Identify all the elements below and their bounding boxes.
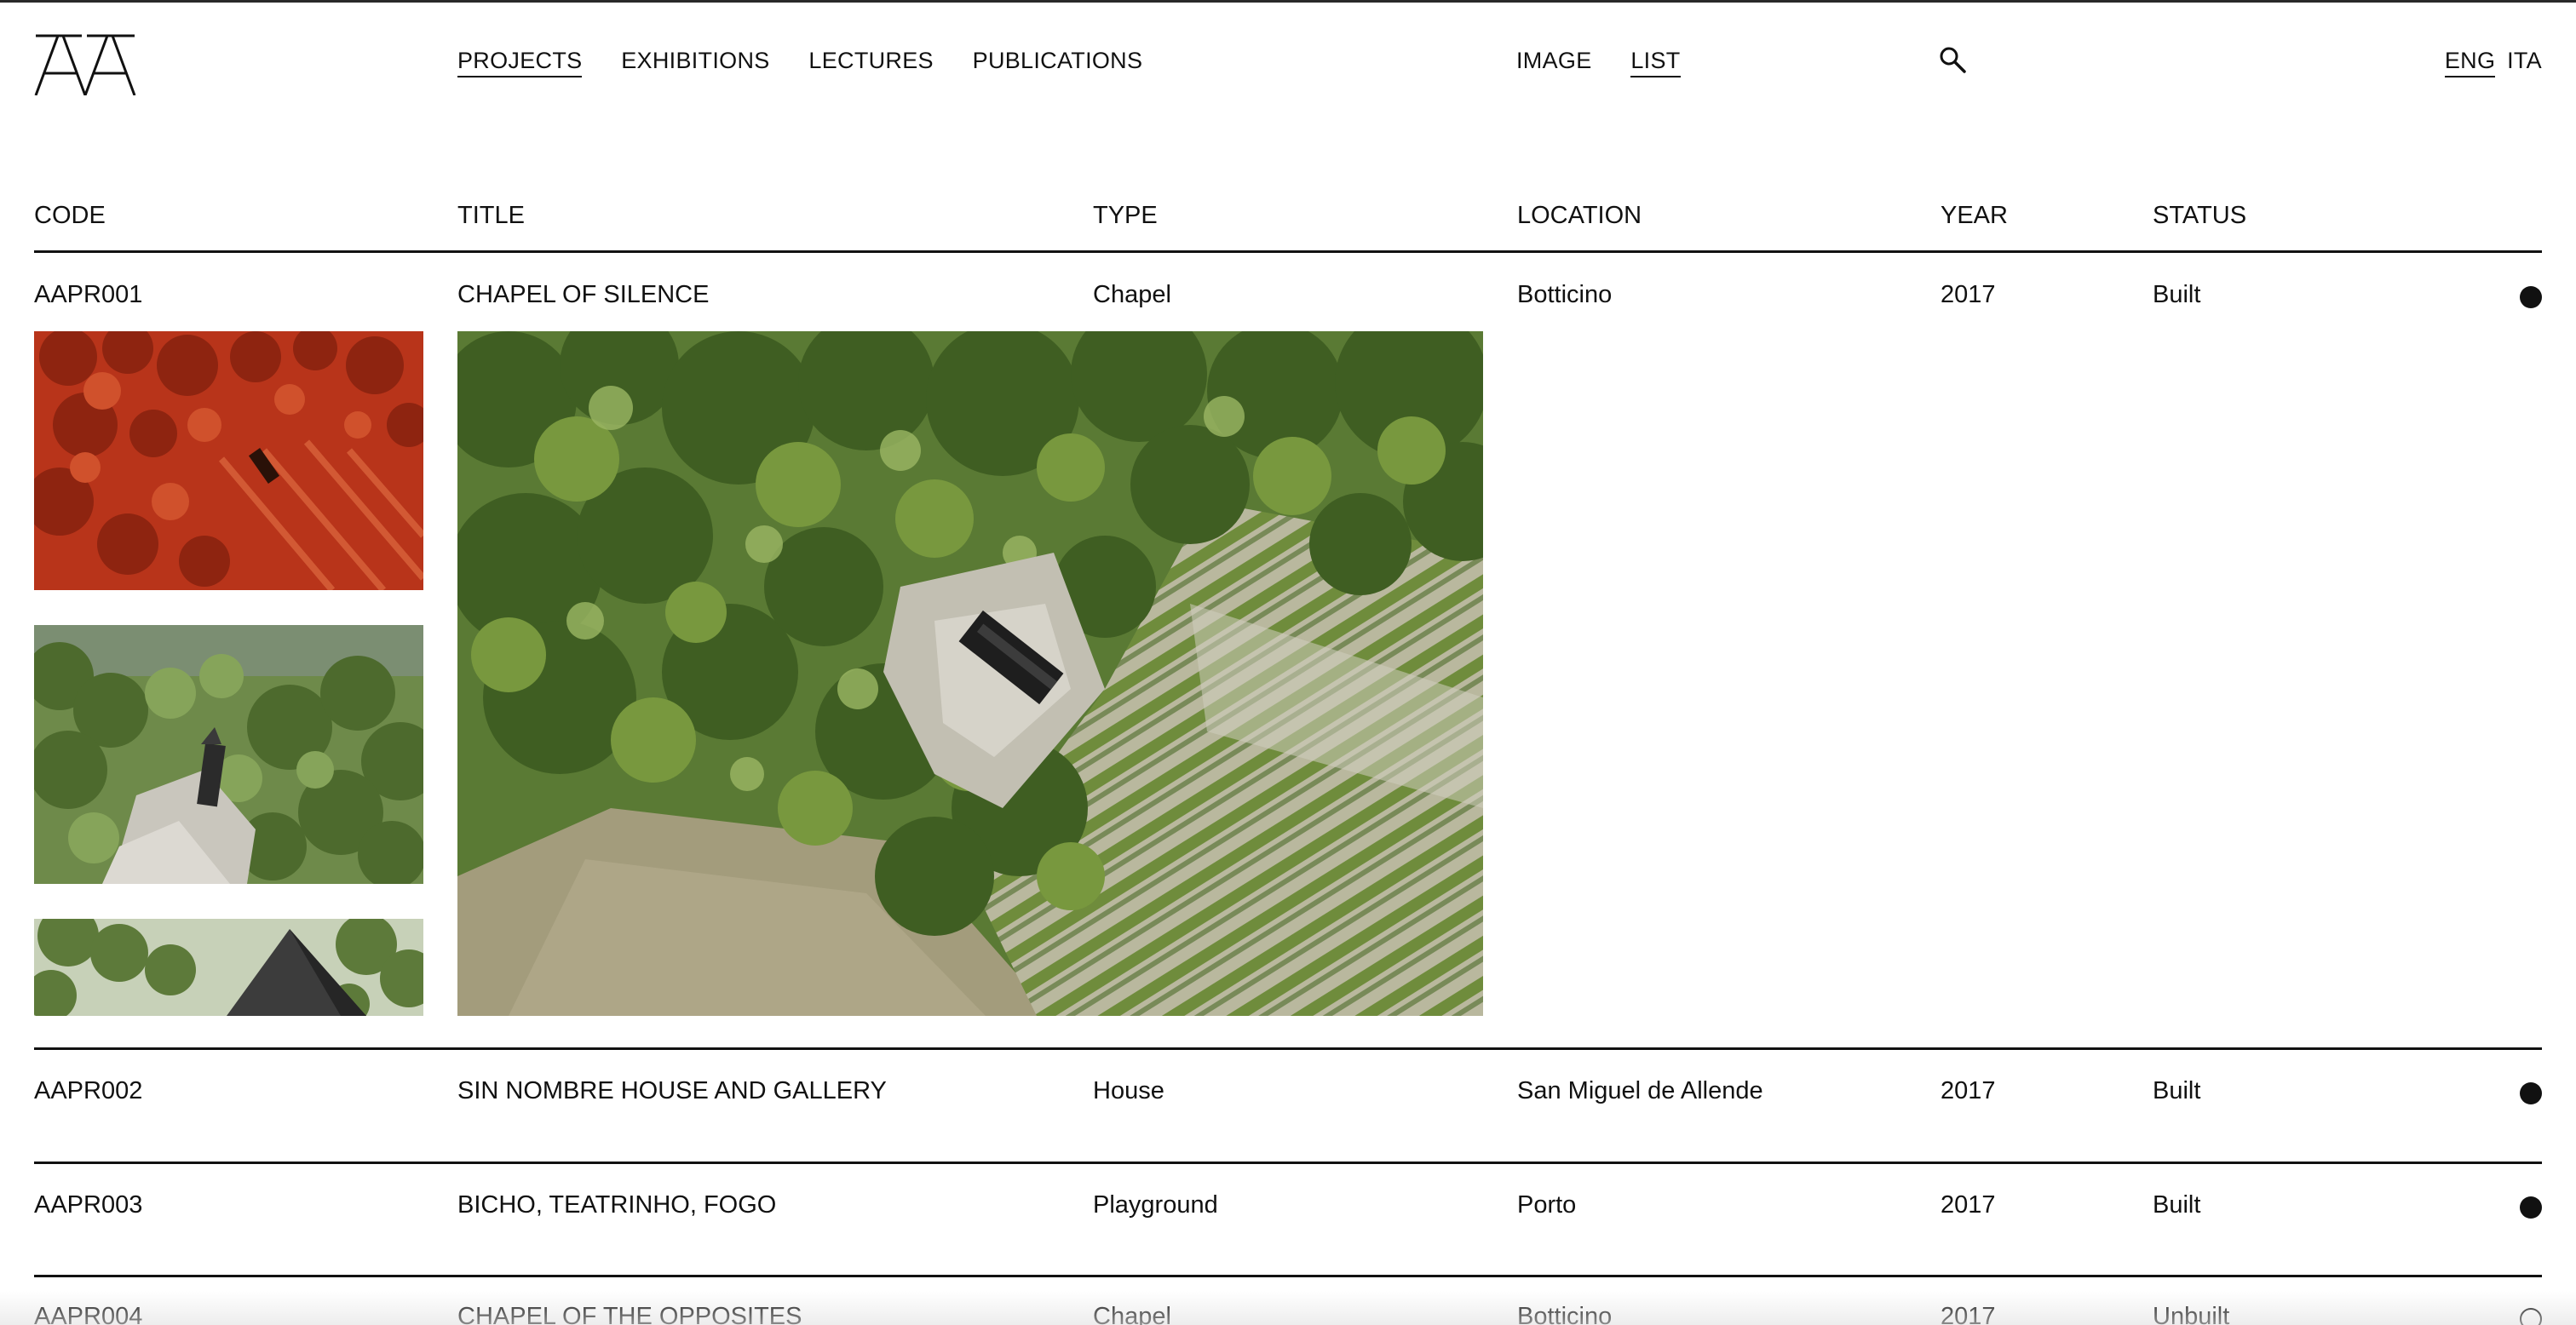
nav-publications[interactable]: PUBLICATIONS (973, 48, 1143, 74)
logo-mark (34, 34, 136, 96)
column-header-type[interactable]: TYPE (1093, 202, 1158, 230)
view-toggle: IMAGE LIST (1516, 48, 1713, 77)
row-status: Unbuilt (2153, 1303, 2230, 1325)
column-header-title[interactable]: TITLE (457, 202, 525, 230)
row-type: Chapel (1093, 1303, 1171, 1325)
table-row[interactable]: AAPR001 CHAPEL OF SILENCE Chapel Bottici… (34, 281, 2542, 1050)
row-title: CHAPEL OF SILENCE (457, 281, 710, 308)
status-indicator-filled (2520, 1196, 2542, 1219)
row-location: Porto (1517, 1191, 1577, 1219)
table-header: CODE TITLE TYPE LOCATION YEAR STATUS (34, 202, 2542, 253)
thumbnail-aerial-red[interactable] (34, 331, 423, 590)
thumbnail-strip (34, 331, 423, 1016)
row-type: Playground (1093, 1191, 1218, 1219)
row-type: House (1093, 1077, 1164, 1104)
row-year: 2017 (1941, 1077, 1996, 1104)
table-row[interactable]: AAPR004 CHAPEL OF THE OPPOSITES Chapel B… (34, 1303, 2542, 1325)
status-indicator-hollow (2520, 1308, 2542, 1325)
row-status: Built (2153, 281, 2201, 308)
row-code: AAPR002 (34, 1077, 143, 1104)
language-switcher: ENG ITA (2440, 48, 2542, 77)
table-row[interactable]: AAPR002 SIN NOMBRE HOUSE AND GALLERY Hou… (34, 1077, 2542, 1164)
column-header-code[interactable]: CODE (34, 202, 106, 230)
main-nav: PROJECTS EXHIBITIONS LECTURES PUBLICATIO… (457, 48, 1175, 77)
row-status: Built (2153, 1191, 2201, 1219)
project-main-image[interactable] (457, 331, 1483, 1016)
column-header-year[interactable]: YEAR (1941, 202, 2008, 230)
row-code: AAPR004 (34, 1303, 143, 1325)
row-code: AAPR003 (34, 1191, 143, 1219)
search-icon[interactable] (1937, 44, 1968, 75)
row-title: CHAPEL OF THE OPPOSITES (457, 1303, 802, 1325)
row-year: 2017 (1941, 1191, 1996, 1219)
nav-projects[interactable]: PROJECTS (457, 48, 583, 77)
row-location: Botticino (1517, 1303, 1613, 1325)
row-location: San Miguel de Allende (1517, 1077, 1763, 1104)
thumbnail-hillside[interactable] (34, 625, 423, 884)
row-year: 2017 (1941, 281, 1996, 308)
view-image[interactable]: IMAGE (1516, 48, 1592, 74)
nav-lectures[interactable]: LECTURES (808, 48, 933, 74)
window-top-border (0, 0, 2576, 3)
status-indicator-filled (2520, 286, 2542, 308)
row-title: BICHO, TEATRINHO, FOGO (457, 1191, 777, 1219)
row-title: SIN NOMBRE HOUSE AND GALLERY (457, 1077, 887, 1104)
row-code: AAPR001 (34, 281, 143, 308)
lang-eng[interactable]: ENG (2444, 48, 2496, 77)
logo[interactable] (34, 34, 136, 96)
thumbnail-chapel-roof[interactable] (34, 919, 423, 1016)
status-indicator-filled (2520, 1082, 2542, 1104)
row-status: Built (2153, 1077, 2201, 1104)
view-list[interactable]: LIST (1630, 48, 1681, 77)
row-type: Chapel (1093, 281, 1171, 308)
column-header-status[interactable]: STATUS (2153, 202, 2246, 230)
column-header-location[interactable]: LOCATION (1517, 202, 1642, 230)
row-year: 2017 (1941, 1303, 1996, 1325)
nav-exhibitions[interactable]: EXHIBITIONS (621, 48, 769, 74)
row-location: Botticino (1517, 281, 1613, 308)
lang-ita[interactable]: ITA (2507, 48, 2542, 74)
table-row[interactable]: AAPR003 BICHO, TEATRINHO, FOGO Playgroun… (34, 1191, 2542, 1277)
